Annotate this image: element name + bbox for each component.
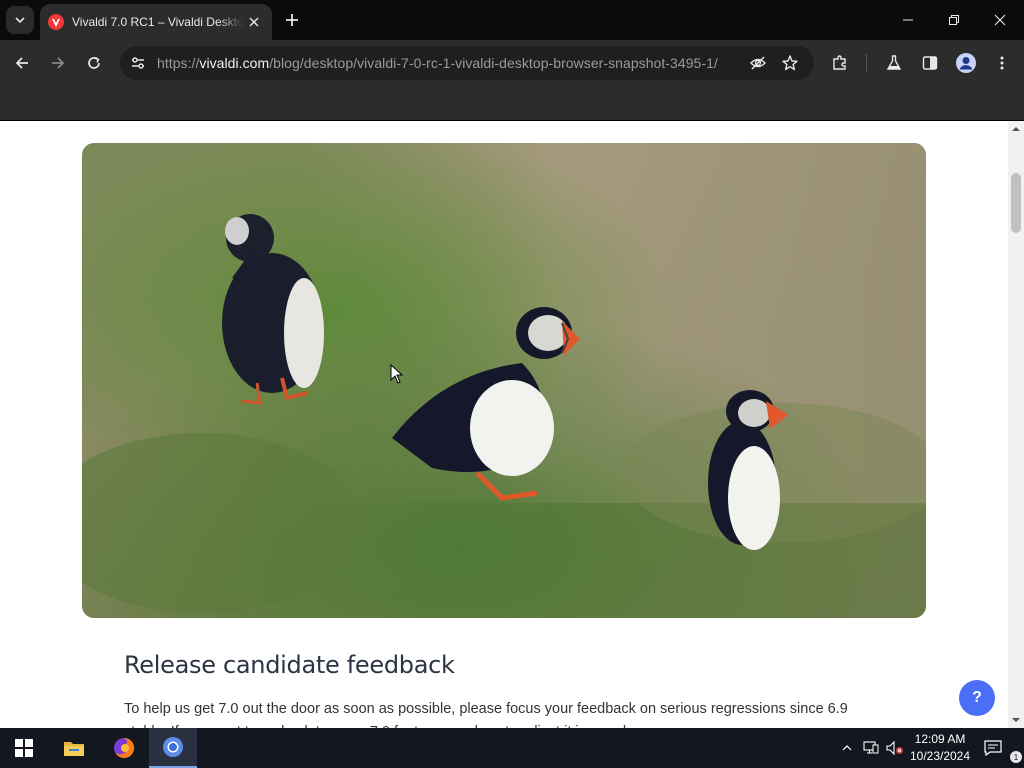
- triangle-up-icon: [1012, 127, 1020, 131]
- scroll-thumb[interactable]: [1011, 173, 1021, 233]
- tab-search-button[interactable]: [6, 6, 34, 34]
- network-status[interactable]: [860, 728, 882, 768]
- tab-strip: Vivaldi 7.0 RC1 – Vivaldi Desktop Browse…: [0, 0, 1024, 40]
- start-button[interactable]: [0, 728, 48, 768]
- address-bar[interactable]: https://vivaldi.com/blog/desktop/vivaldi…: [120, 46, 814, 80]
- forward-button[interactable]: [43, 48, 73, 78]
- extensions-button[interactable]: [825, 48, 855, 78]
- page-viewport: Release candidate feedback To help us ge…: [0, 121, 1008, 728]
- close-window-button[interactable]: [980, 4, 1020, 36]
- page-scrollbar[interactable]: [1008, 121, 1024, 728]
- labs-button[interactable]: [879, 48, 909, 78]
- bookmark-bar: [0, 86, 1024, 120]
- avatar-icon: [956, 53, 976, 73]
- close-icon: [249, 17, 259, 27]
- minimize-icon: [903, 19, 913, 21]
- star-icon: [782, 55, 798, 71]
- tab-vivaldi-blog[interactable]: Vivaldi 7.0 RC1 – Vivaldi Desktop Browse…: [40, 4, 272, 40]
- tune-icon: [132, 57, 144, 69]
- close-icon: [994, 14, 1006, 26]
- side-panel-button[interactable]: [915, 48, 945, 78]
- taskbar-file-explorer[interactable]: [50, 728, 98, 768]
- close-tab-button[interactable]: [244, 12, 264, 32]
- vivaldi-logo-icon: [48, 14, 64, 30]
- show-hidden-icons-button[interactable]: [838, 728, 856, 768]
- taskbar-browser[interactable]: [149, 728, 197, 768]
- eye-off-icon: [750, 56, 766, 70]
- chevron-down-icon: [15, 17, 25, 24]
- folder-icon: [64, 742, 84, 756]
- chromium-icon: [163, 737, 183, 757]
- volume-status[interactable]: [884, 728, 906, 768]
- url-scheme: https://: [157, 55, 200, 71]
- new-tab-button[interactable]: [280, 8, 304, 32]
- tab-title: Vivaldi 7.0 RC1 – Vivaldi Desktop Browse…: [72, 15, 244, 29]
- arrow-left-icon: [15, 57, 28, 69]
- scroll-up-button[interactable]: [1008, 121, 1024, 137]
- toolbar-divider: [866, 54, 867, 72]
- more-vertical-icon: [1000, 56, 1004, 70]
- notification-center-button[interactable]: [980, 728, 1006, 768]
- minimize-button[interactable]: [888, 4, 928, 36]
- clock-date: 10/23/2024: [909, 749, 971, 763]
- back-button[interactable]: [7, 48, 37, 78]
- clock-time: 12:09 AM: [914, 732, 966, 746]
- taskbar-clock[interactable]: 12:09 AM 10/23/2024: [906, 731, 974, 765]
- url-text: https://vivaldi.com/blog/desktop/vivaldi…: [157, 55, 718, 71]
- url-path: /blog/desktop/vivaldi-7-0-rc-1-vivaldi-d…: [269, 55, 718, 71]
- puzzle-icon: [833, 55, 846, 70]
- restore-icon: [949, 15, 959, 25]
- tracking-protection-button[interactable]: [746, 51, 770, 75]
- network-icon: [863, 741, 879, 754]
- article-paragraph: To help us get 7.0 out the door as soon …: [124, 701, 848, 728]
- restore-button[interactable]: [934, 4, 974, 36]
- flask-icon: [886, 55, 902, 70]
- arrow-right-icon: [52, 57, 65, 69]
- firefox-icon: [114, 737, 135, 758]
- scroll-down-button[interactable]: [1008, 712, 1024, 728]
- puffins-photo: [82, 143, 926, 618]
- windows-taskbar: 12:09 AM 10/23/2024 1: [0, 728, 1024, 768]
- help-button[interactable]: ?: [959, 680, 995, 716]
- reload-icon: [88, 56, 100, 69]
- reload-button[interactable]: [79, 48, 109, 78]
- profile-button[interactable]: [951, 48, 981, 78]
- chevron-up-icon: [842, 745, 852, 751]
- triangle-down-icon: [1012, 718, 1020, 722]
- notification-count-badge: 1: [1010, 751, 1022, 763]
- browser-menu-button[interactable]: [987, 48, 1017, 78]
- side-panel-icon: [922, 56, 938, 70]
- windows-logo-icon: [15, 739, 33, 757]
- url-host: vivaldi.com: [199, 55, 270, 71]
- speaker-muted-icon: [886, 741, 903, 755]
- browser-toolbar: https://vivaldi.com/blog/desktop/vivaldi…: [0, 40, 1024, 86]
- section-title: Release candidate feedback: [124, 651, 455, 679]
- bookmark-star-button[interactable]: [778, 51, 802, 75]
- notification-icon: [984, 740, 1002, 756]
- mouse-cursor-icon: [390, 364, 404, 384]
- plus-icon: [286, 14, 298, 26]
- taskbar-firefox[interactable]: [100, 728, 148, 768]
- site-info-button[interactable]: [126, 51, 150, 75]
